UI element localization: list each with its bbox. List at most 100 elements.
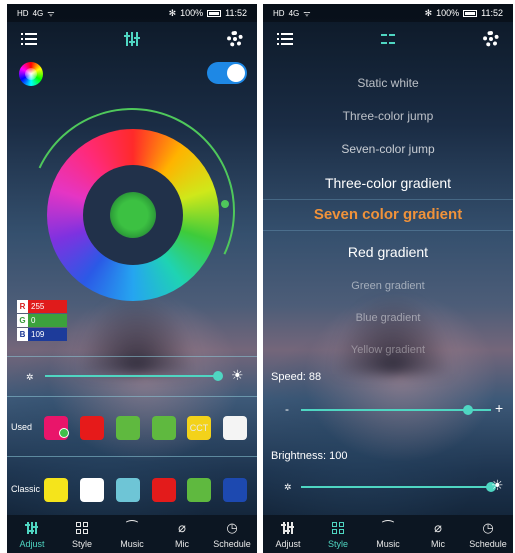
classic-swatch[interactable] (116, 478, 140, 502)
rgb-red-row: R 255 (17, 300, 67, 313)
tab-schedule[interactable]: ◷ Schedule (463, 515, 513, 553)
tab-music[interactable]: ⁀ Music (107, 515, 157, 553)
selection-line-bottom (263, 230, 513, 231)
mode-item[interactable]: Three-color gradient (263, 175, 513, 191)
brightness-knob[interactable] (213, 371, 223, 381)
mode-item[interactable]: Blue gradient (263, 312, 513, 324)
tab-label: Adjust (19, 539, 45, 549)
tab-label: Music (376, 539, 400, 549)
brightness-low-icon: ✲ (284, 482, 292, 492)
red-label: R (17, 300, 28, 313)
brightness-track[interactable] (45, 375, 217, 377)
clock: 11:52 (225, 8, 247, 18)
settings-gear-icon[interactable] (483, 31, 499, 47)
speed-decrease-button[interactable]: - (285, 402, 289, 416)
used-label: Used (11, 422, 33, 432)
mode-item[interactable]: Seven-color jump (263, 142, 513, 156)
tab-style[interactable]: Style (57, 515, 107, 553)
classic-swatch[interactable] (223, 478, 247, 502)
battery-icon (463, 9, 478, 17)
tab-label: Style (327, 539, 348, 549)
music-icon: ⁀ (126, 520, 138, 535)
mode-item[interactable]: Yellow gradient (263, 344, 513, 356)
mic-icon: ⌀ (178, 520, 186, 535)
tab-label: Mic (175, 539, 189, 549)
mode-item-selected[interactable]: Seven color gradient (263, 206, 513, 223)
speed-label: Speed: 88 (271, 371, 322, 383)
status-bar: HD 4G ᯤ ✻ 100% 11:52 (263, 4, 513, 22)
battery-percent: 100% (436, 8, 460, 18)
blue-value: 109 (28, 328, 67, 341)
tab-label: Mic (431, 539, 445, 549)
signal-icon: 4G (32, 8, 44, 18)
tab-mic[interactable]: ⌀ Mic (413, 515, 463, 553)
divider (7, 356, 257, 357)
bottom-nav: Adjust Style ⁀ Music ⌀ Mic ◷ Schedule (263, 515, 513, 553)
tab-label: Schedule (213, 539, 251, 549)
used-colors-row: Used CCT (7, 416, 257, 442)
cct-swatch[interactable]: CCT (187, 416, 211, 440)
style-grid-icon (76, 520, 88, 536)
power-toggle[interactable] (207, 62, 247, 84)
top-bar (7, 22, 257, 56)
tab-schedule[interactable]: ◷ Schedule (207, 515, 257, 553)
tab-label: Adjust (275, 539, 301, 549)
used-swatch[interactable] (223, 416, 247, 440)
mode-item[interactable]: Three-color jump (263, 109, 513, 123)
mode-item[interactable]: Static white (263, 76, 513, 90)
brightness-low-icon: ✲ (26, 372, 34, 382)
signal-icon: 4G (288, 8, 300, 18)
mode-item[interactable]: Green gradient (263, 280, 513, 292)
tab-mic[interactable]: ⌀ Mic (157, 515, 207, 553)
adjust-icon (281, 520, 295, 536)
classic-swatch[interactable] (187, 478, 211, 502)
color-wheel[interactable] (47, 129, 219, 301)
color-palette-icon[interactable] (19, 62, 43, 86)
brightness-slider-row: ✲ ☀ (7, 366, 257, 386)
top-bar (263, 22, 513, 56)
wifi-icon: ᯤ (47, 8, 55, 18)
brightness-label: Brightness: 100 (271, 450, 348, 462)
classic-label: Classic (11, 484, 41, 494)
battery-icon (207, 9, 222, 17)
classic-colors-row: Classic (7, 478, 257, 504)
divider (7, 396, 257, 397)
classic-swatch[interactable] (152, 478, 176, 502)
tab-music[interactable]: ⁀ Music (363, 515, 413, 553)
mode-item[interactable]: Red gradient (263, 244, 513, 260)
mic-icon: ⌀ (434, 520, 442, 535)
brightness-high-icon: ☀ (231, 367, 244, 383)
tab-adjust[interactable]: Adjust (7, 515, 57, 553)
rgb-readout: R 255 G 0 B 109 (17, 300, 67, 342)
adjust-sliders-icon (124, 32, 140, 46)
schedule-icon: ◷ (482, 520, 494, 535)
sim-icon: HD (273, 8, 285, 18)
menu-icon[interactable] (21, 33, 37, 45)
adjust-screen: HD 4G ᯤ ✻ 100% 11:52 R 255 G 0 B 109 ✲ ☀… (7, 4, 257, 553)
rgb-green-row: G 0 (17, 314, 67, 327)
tab-label: Style (71, 539, 92, 549)
bluetooth-icon: ✻ (168, 7, 177, 18)
brightness-track[interactable] (301, 486, 491, 488)
tab-label: Music (120, 539, 144, 549)
speed-increase-button[interactable]: + (495, 400, 503, 416)
selection-line-top (263, 199, 513, 200)
brightness-arc-handle[interactable] (221, 200, 229, 208)
tab-adjust[interactable]: Adjust (263, 515, 313, 553)
classic-swatch[interactable] (44, 478, 68, 502)
music-icon: ⁀ (382, 520, 394, 535)
used-swatch[interactable] (80, 416, 104, 440)
classic-swatch[interactable] (80, 478, 104, 502)
adjust-icon (25, 520, 39, 536)
bluetooth-icon: ✻ (424, 7, 433, 18)
schedule-icon: ◷ (226, 520, 238, 535)
used-swatch[interactable] (116, 416, 140, 440)
settings-gear-icon[interactable] (227, 31, 243, 47)
tab-style[interactable]: Style (313, 515, 363, 553)
menu-icon[interactable] (277, 33, 293, 45)
battery-percent: 100% (180, 8, 204, 18)
selected-indicator-icon (59, 428, 69, 438)
green-label: G (17, 314, 28, 327)
used-swatch[interactable] (152, 416, 176, 440)
status-bar: HD 4G ᯤ ✻ 100% 11:52 (7, 4, 257, 22)
